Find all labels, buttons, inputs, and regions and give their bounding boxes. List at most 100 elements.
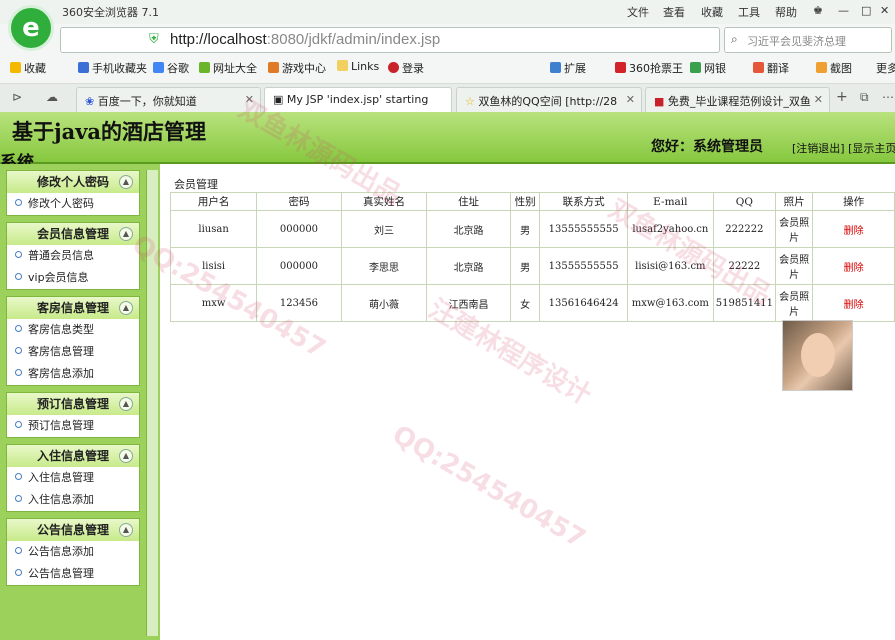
minimize-icon[interactable]: — [838, 4, 849, 17]
menu-item[interactable]: 公告信息添加 [7, 541, 139, 563]
bookmark-favorites[interactable]: 收藏 [10, 60, 46, 76]
table-header-row: 用户名 密码 真实姓名 住址 性别 联系方式 E-mail QQ 照片 操作 [169, 192, 895, 211]
browser-logo-icon[interactable]: e [8, 5, 54, 51]
column-header: 联系方式 [539, 192, 628, 211]
bookmark-games[interactable]: 游戏中心 [268, 60, 326, 76]
restore-tab-icon[interactable]: ⧉ [860, 90, 869, 105]
face-image [801, 333, 835, 377]
cell-gender: 男 [509, 210, 541, 248]
menu-item[interactable]: 客房信息添加 [7, 363, 139, 385]
menu-item[interactable]: 入住信息管理 [7, 467, 139, 489]
shield-icon: ⛨ [149, 32, 159, 47]
cell-photo[interactable]: 会员照片 [775, 284, 814, 322]
menu-group-title[interactable]: 入住信息管理 ▲ [7, 445, 139, 467]
menu-group-title[interactable]: 修改个人密码 ▲ [7, 171, 139, 193]
collapse-icon[interactable]: ▲ [119, 397, 133, 411]
search-box[interactable]: ⌕ 习近平会见斐济总理 [724, 27, 892, 53]
logout-link[interactable]: [注销退出] [792, 142, 845, 155]
tab-qq-space[interactable]: ☆ 双鱼林的QQ空间 [http://28 ✕ [456, 87, 642, 113]
window-title: 360安全浏览器 7.1 [62, 6, 159, 19]
cell-phone: 13555555555 [539, 210, 628, 248]
column-header: QQ [712, 192, 777, 211]
column-header: 住址 [426, 192, 511, 211]
menu-group-title[interactable]: 会员信息管理 ▲ [7, 223, 139, 245]
menu-item[interactable]: 修改个人密码 [7, 193, 139, 215]
menu-help[interactable]: 帮助 [775, 4, 797, 20]
url-host: http://localhost [170, 31, 267, 48]
menu-item[interactable]: 客房信息类型 [7, 319, 139, 341]
column-header: 真实姓名 [340, 192, 428, 211]
bookmark-bank[interactable]: 网银 [690, 60, 726, 76]
skin-icon[interactable]: ♚ [813, 4, 823, 17]
delete-link[interactable]: 删除 [812, 210, 895, 248]
collapse-icon[interactable]: ▲ [119, 523, 133, 537]
cell-photo[interactable]: 会员照片 [775, 210, 814, 248]
menu-view[interactable]: 查看 [663, 4, 685, 20]
collapse-icon[interactable]: ▲ [119, 449, 133, 463]
tab-course-design[interactable]: ■ 免费_毕业课程范例设计_双鱼 ✕ [645, 87, 830, 113]
cell-email: mxw@163.com [626, 284, 714, 322]
tab-close-icon[interactable]: ✕ [245, 93, 254, 106]
bookmark-more[interactable]: 更多 [876, 60, 895, 76]
bookmark-extensions[interactable]: 扩展 [550, 60, 586, 76]
bookmark-google[interactable]: 谷歌 [153, 60, 189, 76]
bookmark-login[interactable]: 登录 [388, 60, 424, 76]
menu-item[interactable]: 入住信息添加 [7, 489, 139, 511]
bookmark-translate[interactable]: 翻译 [753, 60, 789, 76]
tab-index-jsp[interactable]: ▣ My JSP 'index.jsp' starting [264, 87, 452, 113]
delete-link[interactable]: 删除 [812, 284, 895, 322]
delete-link[interactable]: 删除 [812, 247, 895, 285]
menu-file[interactable]: 文件 [627, 4, 649, 20]
menu-item[interactable]: vip会员信息 [7, 267, 139, 289]
cell-address: 北京路 [426, 210, 511, 248]
menu-item[interactable]: 公告信息管理 [7, 563, 139, 585]
menu-group-title[interactable]: 公告信息管理 ▲ [7, 519, 139, 541]
cell-password: 000000 [256, 210, 342, 248]
bookmark-links[interactable]: Links [337, 60, 379, 73]
menu-tools[interactable]: 工具 [738, 4, 760, 20]
tab-baidu[interactable]: ❀ 百度一下，你就知道 ✕ [76, 87, 261, 113]
url-text[interactable]: http://localhost:8080/jdkf/admin/index.j… [170, 31, 440, 48]
cell-qq: 222222 [712, 210, 777, 248]
menu-group-password: 修改个人密码 ▲ 修改个人密码 [6, 170, 140, 216]
menu-item[interactable]: 客房信息管理 [7, 341, 139, 363]
collapse-icon[interactable]: ▲ [119, 301, 133, 315]
close-icon[interactable]: ✕ [880, 4, 889, 17]
menu-group-title[interactable]: 客房信息管理 ▲ [7, 297, 139, 319]
menu-group-title[interactable]: 预订信息管理 ▲ [7, 393, 139, 415]
tab-strip: ⊳ ☁ ❀ 百度一下，你就知道 ✕ ▣ My JSP 'index.jsp' s… [0, 83, 895, 113]
table-row: liusan 000000 刘三 北京路 男 13555555555 lusaf… [169, 210, 895, 248]
cell-qq: 519851411 [712, 284, 777, 322]
menu-item[interactable]: 预订信息管理 [7, 415, 139, 437]
collapse-icon[interactable]: ▲ [119, 227, 133, 241]
menu-group-bookings: 预订信息管理 ▲ 预订信息管理 [6, 392, 140, 438]
menu-group-members: 会员信息管理 ▲ 普通会员信息 vip会员信息 [6, 222, 140, 290]
page-icon: ▣ [273, 93, 284, 106]
bookmark-tickets[interactable]: 360抢票王 [615, 60, 683, 76]
tab-menu-icon[interactable]: ⋯ [882, 90, 894, 104]
menu-item[interactable]: 普通会员信息 [7, 245, 139, 267]
bookmark-screenshot[interactable]: 截图 [816, 60, 852, 76]
column-header: 密码 [256, 192, 342, 211]
maximize-icon[interactable]: □ [861, 4, 871, 17]
bookmark-hao[interactable]: 网址大全 [199, 60, 257, 76]
sidebar-scrollbar[interactable] [146, 170, 158, 636]
show-main-link[interactable]: [显示主页] [848, 142, 895, 155]
main-content: 会员管理 用户名 密码 真实姓名 住址 性别 联系方式 E-mail QQ 照片… [168, 172, 895, 640]
cloud-icon[interactable]: ☁ [46, 90, 58, 104]
bookmark-mobile[interactable]: 手机收藏夹 [78, 60, 147, 76]
menu-favorites[interactable]: 收藏 [701, 4, 723, 20]
cell-address: 江西南昌 [426, 284, 511, 322]
tab-close-icon[interactable]: ✕ [814, 93, 823, 106]
browser-chrome: 360安全浏览器 7.1 文件 查看 收藏 工具 帮助 ♚ — □ ✕ e ← … [0, 0, 895, 113]
cell-realname: 李思思 [340, 247, 428, 285]
cell-email: lusaf2yahoo.cn [626, 210, 714, 248]
cell-photo[interactable]: 会员照片 [775, 247, 814, 285]
column-header: 用户名 [169, 192, 258, 211]
tab-close-icon[interactable]: ✕ [626, 93, 635, 106]
sidebar-toggle-icon[interactable]: ⊳ [12, 90, 22, 104]
member-photo-preview [782, 320, 853, 391]
web-page: 基于java的酒店管理 系统 您好：系统管理员 [注销退出] [显示主页] 修改… [0, 94, 895, 640]
collapse-icon[interactable]: ▲ [119, 175, 133, 189]
new-tab-icon[interactable]: + [836, 89, 848, 105]
